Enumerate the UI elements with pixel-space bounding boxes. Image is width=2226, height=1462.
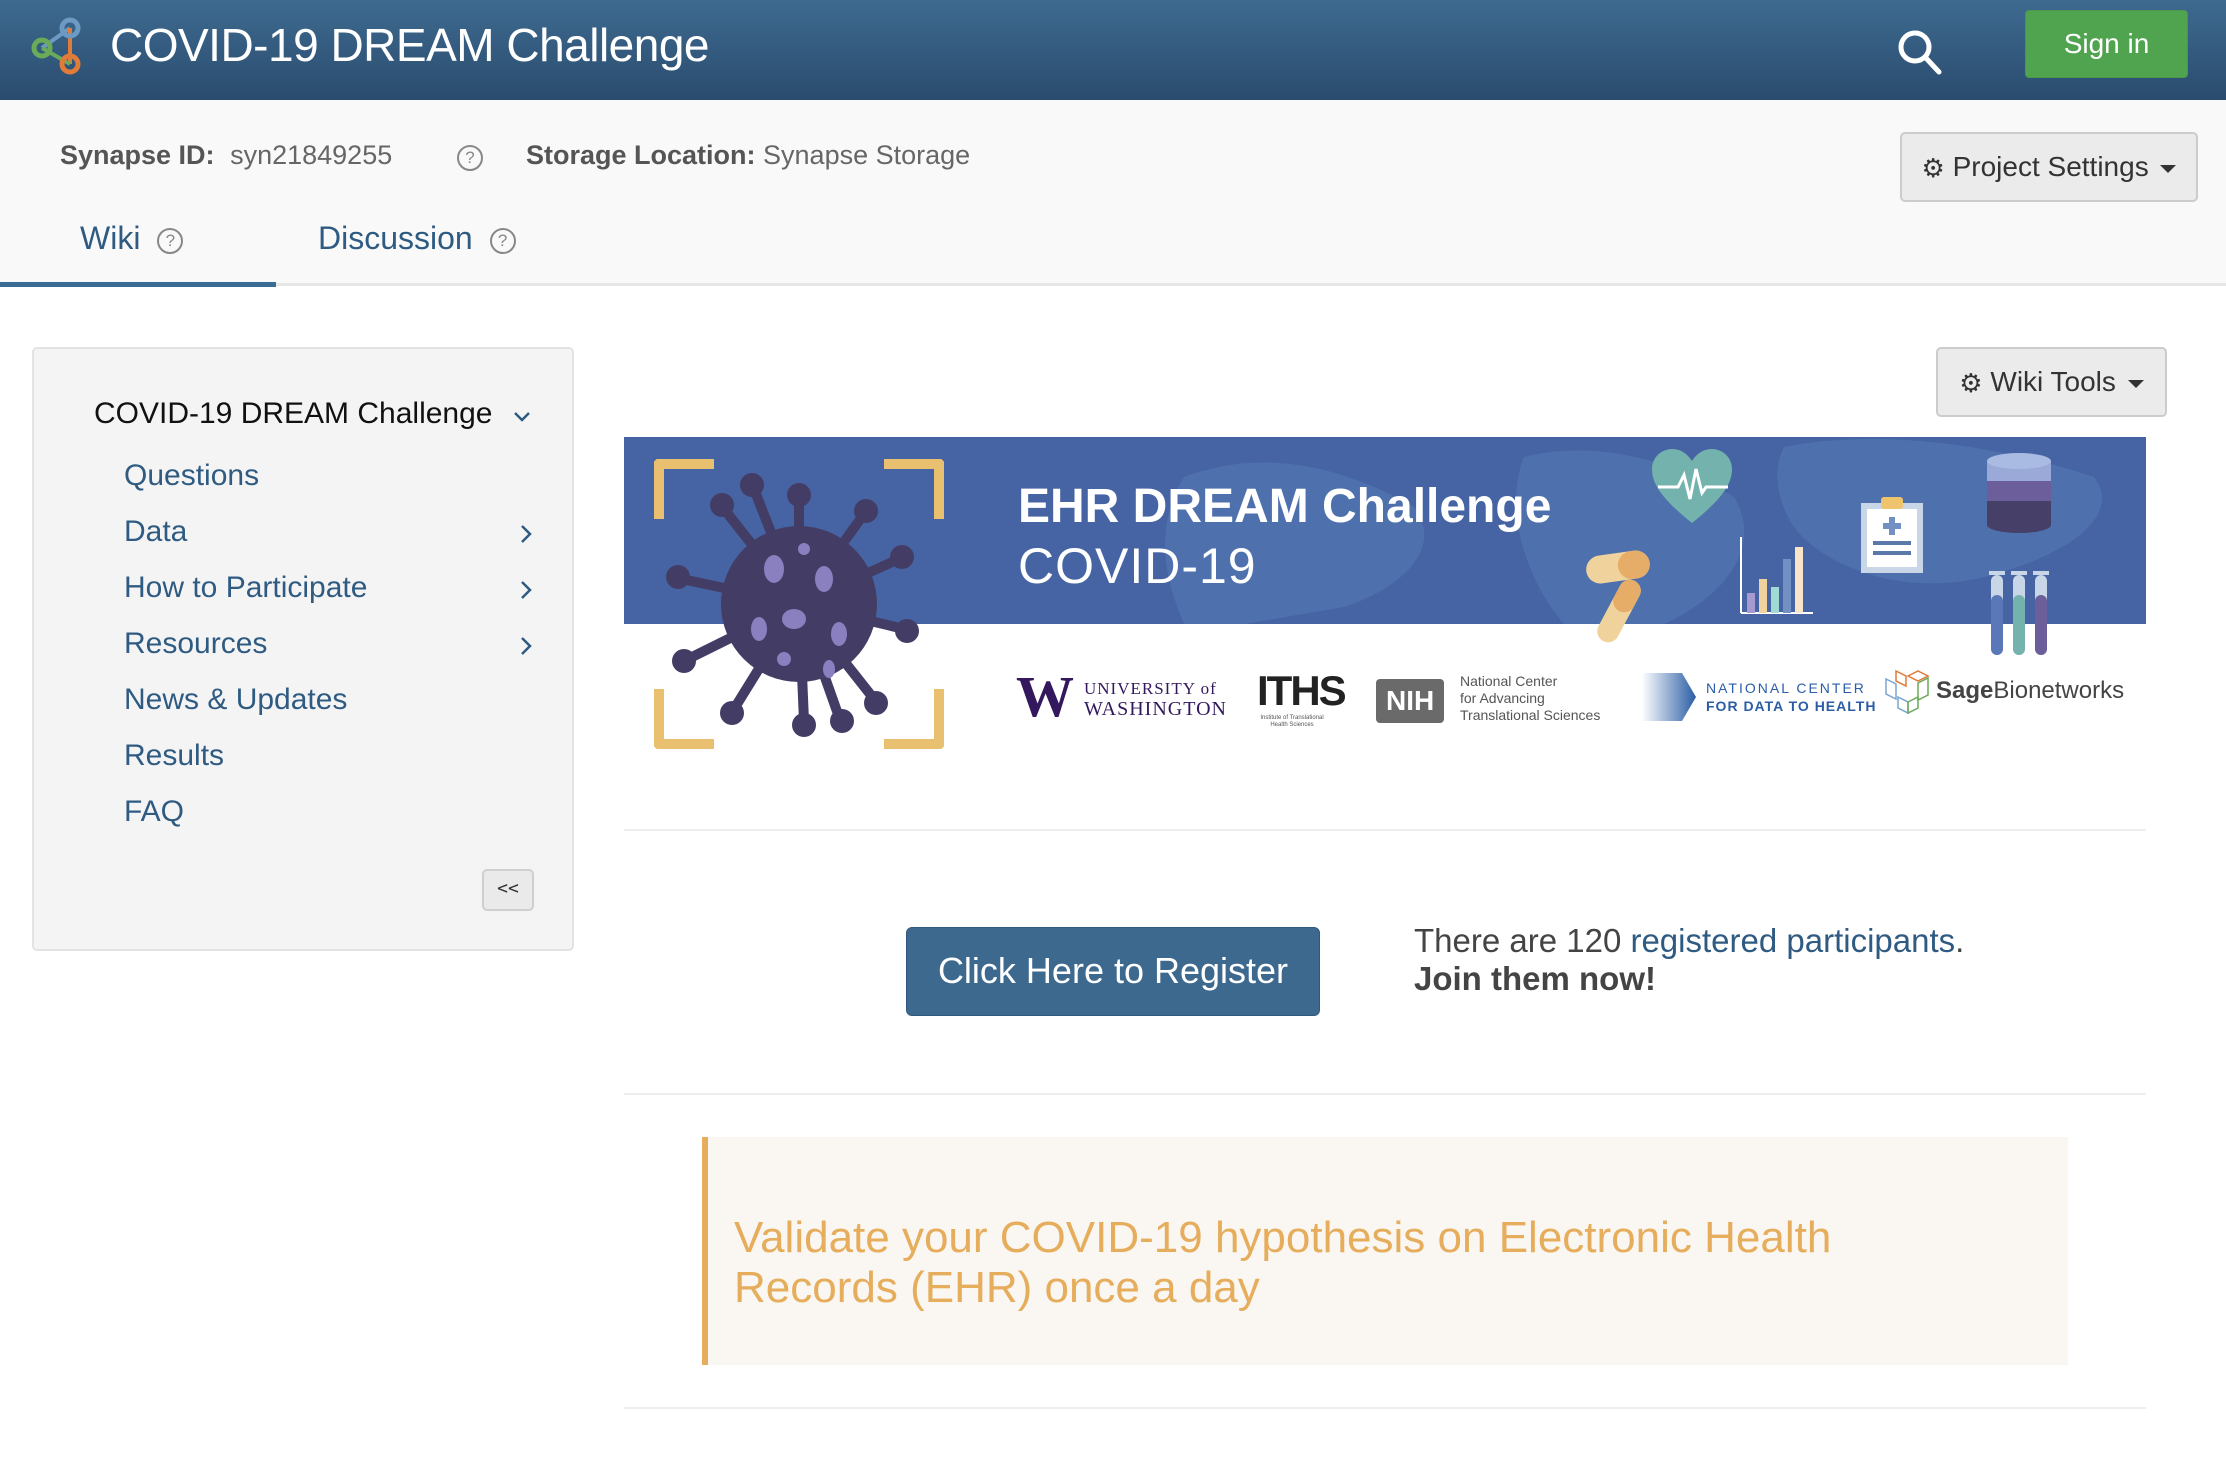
ncats-line2: for Advancing <box>1460 690 1545 706</box>
challenge-banner: EHR DREAM Challenge COVID-19 W UNIVERSIT… <box>624 437 2146 757</box>
sage-rest: Bionetworks <box>1993 677 2125 704</box>
nih-mark: NIH <box>1376 679 1445 723</box>
project-settings-label: Project Settings <box>1952 151 2149 182</box>
iths-mark: ITHS <box>1257 667 1347 714</box>
ncdh-line1: NATIONAL CENTER <box>1706 680 1866 696</box>
caret-down-icon <box>2160 164 2177 173</box>
ncats-line1: National Center <box>1460 673 1558 689</box>
wiki-nav-sidebar: COVID-19 DREAM Challenge Questions Data … <box>32 347 574 951</box>
heart-rate-icon <box>1652 449 1732 523</box>
caret-down-icon <box>2127 379 2144 388</box>
banner-subtitle: COVID-19 <box>1018 538 1257 594</box>
iths-logo: ITHS Institute of Translational Health S… <box>1257 667 1347 737</box>
sage-bold: Sage <box>1936 677 1994 704</box>
callout-box: Validate your COVID-19 hypothesis on Ele… <box>702 1137 2068 1365</box>
gear-icon: ⚙ <box>1921 153 1945 183</box>
storage-location: Storage Location: Synapse Storage <box>526 140 970 171</box>
wiki-tools-label: Wiki Tools <box>1990 366 2116 397</box>
help-icon[interactable]: ? <box>157 227 184 254</box>
top-navbar: COVID-19 DREAM Challenge Sign in <box>0 0 2226 100</box>
sidebar-item-results[interactable]: Results <box>124 739 224 773</box>
ncdh-line2: FOR DATA TO HEALTH <box>1706 698 1877 714</box>
project-settings-button[interactable]: ⚙ Project Settings <box>1900 132 2198 202</box>
gear-icon: ⚙ <box>1959 368 1983 398</box>
uw-line2: WASHINGTON <box>1084 698 1227 720</box>
tab-wiki[interactable]: Wiki ? <box>80 220 184 257</box>
clipboard-icon <box>1861 497 1923 573</box>
synapse-id-value: syn21849255 <box>230 140 393 170</box>
database-icon <box>1987 453 2051 533</box>
participants-prefix: There are 120 <box>1414 922 1631 959</box>
tabs-divider <box>0 283 2226 286</box>
chevron-right-icon[interactable] <box>518 523 534 545</box>
tab-wiki-label: Wiki <box>80 220 141 256</box>
storage-location-value: Synapse Storage <box>763 140 971 170</box>
chevron-right-icon[interactable] <box>518 635 534 657</box>
chevron-right-icon[interactable] <box>518 579 534 601</box>
sage-cube-icon <box>1885 669 1930 715</box>
help-icon[interactable]: ? <box>489 227 516 254</box>
sidebar-item-news-updates[interactable]: News & Updates <box>124 683 347 717</box>
sidebar-item-data[interactable]: Data <box>124 515 187 549</box>
synapse-id-label: Synapse ID: <box>60 140 215 170</box>
join-text: Join them now! <box>1414 960 1656 997</box>
uw-line1: UNIVERSITY of <box>1084 679 1217 698</box>
search-icon[interactable] <box>1894 26 1946 78</box>
virus-illustration <box>654 459 944 749</box>
banner-title: EHR DREAM Challenge <box>1018 480 1552 533</box>
section-divider <box>624 1407 2146 1409</box>
sign-in-button[interactable]: Sign in <box>2025 10 2188 78</box>
register-button[interactable]: Click Here to Register <box>906 927 1320 1016</box>
help-icon[interactable]: ? <box>457 144 483 171</box>
participants-info: There are 120 registered participants. J… <box>1414 922 1964 998</box>
project-meta-bar: Synapse ID: syn21849255 ? Storage Locati… <box>0 100 2226 285</box>
sidebar-item-resources[interactable]: Resources <box>124 627 267 661</box>
section-divider <box>624 1093 2146 1095</box>
collapse-sidebar-button[interactable]: << <box>482 869 534 911</box>
chevron-down-icon[interactable] <box>512 407 532 427</box>
ncdh-mark-icon <box>1642 673 1696 721</box>
uw-w-mark: W <box>1016 664 1074 729</box>
sidebar-item-questions[interactable]: Questions <box>124 459 259 493</box>
participants-suffix: . <box>1955 922 1965 959</box>
sidebar-root-item[interactable]: COVID-19 DREAM Challenge <box>94 397 492 431</box>
synapse-logo-icon[interactable] <box>28 16 90 78</box>
callout-text: Validate your COVID-19 hypothesis on Ele… <box>734 1213 1832 1312</box>
ncats-line3: Translational Sciences <box>1460 707 1601 723</box>
bar-chart-icon <box>1740 537 1813 614</box>
sidebar-item-how-to-participate[interactable]: How to Participate <box>124 571 367 605</box>
synapse-id-help: ? <box>457 141 483 172</box>
tab-discussion[interactable]: Discussion ? <box>318 220 516 257</box>
sidebar-item-faq[interactable]: FAQ <box>124 795 184 829</box>
pill-icon <box>1597 579 1641 643</box>
app-title[interactable]: COVID-19 DREAM Challenge <box>110 18 710 72</box>
storage-location-label: Storage Location: <box>526 140 756 170</box>
test-tubes-icon <box>1989 571 2049 655</box>
wiki-tools-button[interactable]: ⚙ Wiki Tools <box>1936 347 2167 417</box>
section-divider <box>624 829 2146 831</box>
tab-discussion-label: Discussion <box>318 220 473 256</box>
active-tab-indicator <box>0 282 276 287</box>
registered-participants-link[interactable]: registered participants <box>1630 922 1955 959</box>
iths-subtitle: Institute of Translational Health Scienc… <box>1260 715 1324 728</box>
synapse-id: Synapse ID: syn21849255 <box>60 140 392 171</box>
